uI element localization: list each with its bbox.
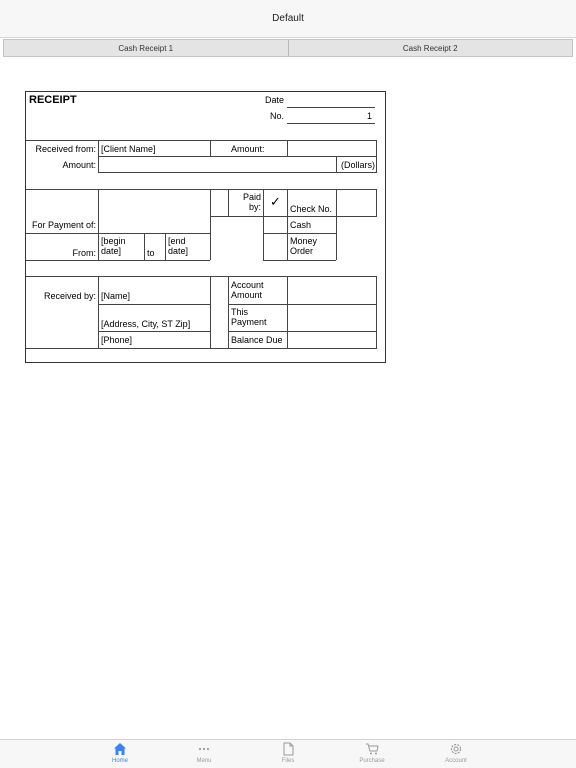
grid-line [263, 260, 336, 261]
cart-icon [366, 743, 379, 755]
dollars-label: (Dollars) [341, 160, 376, 170]
cash-label: Cash [290, 220, 312, 230]
date-underline [287, 107, 375, 108]
grid-line [287, 140, 288, 156]
nav-label: Home [111, 758, 128, 764]
nav-label: Purchase [359, 758, 385, 764]
grid-line [165, 233, 166, 260]
nav-menu[interactable]: Menu [174, 742, 234, 768]
money-order-label: Money Order [290, 236, 318, 256]
nav-home[interactable]: Home [90, 742, 150, 768]
grid-line [263, 189, 264, 260]
tab-cash-receipt-1[interactable]: Cash Receipt 1 [4, 40, 288, 56]
app-title: Default [272, 13, 304, 24]
received-from-label: Received from: [35, 144, 96, 154]
this-payment-label: This Payment [231, 307, 267, 327]
gear-icon [450, 743, 462, 755]
tab-cash-receipt-2[interactable]: Cash Receipt 2 [287, 40, 572, 56]
address-cell[interactable]: [Address, City, ST Zip] [101, 319, 190, 329]
more-icon [198, 747, 210, 751]
no-underline [287, 123, 375, 124]
grid-line [210, 216, 377, 217]
grid-line [98, 276, 99, 348]
grid-line [98, 304, 210, 305]
grid-line [26, 189, 210, 190]
sheet-tabs: Cash Receipt 1 Cash Receipt 2 [3, 39, 573, 57]
receipt-number[interactable]: 1 [288, 111, 372, 121]
nav-label: Files [281, 758, 295, 764]
check-mark-icon[interactable]: ✓ [270, 195, 281, 208]
grid-line [210, 140, 211, 156]
to-label: to [147, 248, 155, 258]
grid-line [26, 276, 377, 277]
client-name-cell[interactable]: [Client Name] [101, 144, 156, 154]
bottom-tab-bar: Home Menu Files Purchase Account [0, 739, 576, 768]
balance-due-label: Balance Due [231, 335, 283, 345]
name-cell[interactable]: [Name] [101, 291, 130, 301]
grid-line [228, 276, 229, 348]
grid-line [287, 276, 288, 348]
grid-line [228, 331, 377, 332]
grid-line [336, 189, 337, 260]
grid-line [228, 304, 377, 305]
grid-line [26, 260, 210, 261]
account-amount-label: Account Amount [231, 280, 264, 300]
nav-label: Account [445, 758, 467, 764]
nav-label: Menu [196, 758, 212, 764]
no-label: No. [270, 111, 285, 121]
grid-line [26, 348, 377, 349]
amount-label: Amount: [231, 144, 265, 154]
app-title-bar: Default [0, 0, 576, 38]
nav-files[interactable]: Files [258, 742, 318, 768]
tab-label: Cash Receipt 2 [402, 43, 458, 53]
grid-line [376, 276, 377, 348]
from-label: From: [72, 248, 97, 258]
receipt-title: RECEIPT [29, 94, 77, 106]
grid-line [26, 140, 377, 141]
phone-cell[interactable]: [Phone] [101, 335, 132, 345]
tab-label: Cash Receipt 1 [118, 43, 174, 53]
receipt-sheet[interactable]: RECEIPT Date No. 1 Received from: [Clien… [25, 91, 386, 363]
grid-line [26, 233, 210, 234]
grid-line [98, 331, 210, 332]
end-date-cell[interactable]: [end date] [168, 236, 208, 256]
grid-line [263, 233, 336, 234]
begin-date-cell[interactable]: [begin date] [101, 236, 141, 256]
file-icon [283, 742, 294, 756]
grid-line [287, 189, 288, 260]
grid-line [376, 189, 377, 216]
grid-line [210, 189, 377, 190]
grid-line [98, 189, 99, 260]
grid-line [336, 156, 337, 172]
grid-line [98, 140, 99, 172]
grid-line [376, 140, 377, 172]
date-label: Date [265, 95, 285, 105]
nav-account[interactable]: Account [426, 742, 486, 768]
nav-purchase[interactable]: Purchase [342, 742, 402, 768]
for-payment-label: For Payment of: [31, 220, 96, 230]
amount-words-label: Amount: [62, 160, 96, 170]
grid-line [210, 189, 211, 260]
grid-line [98, 172, 377, 173]
grid-line [144, 233, 145, 260]
home-icon [114, 743, 126, 755]
grid-line [210, 276, 211, 348]
check-no-label: Check No. [290, 204, 333, 214]
paid-by-label: Paid by: [242, 192, 261, 212]
received-by-label: Received by: [43, 291, 96, 301]
